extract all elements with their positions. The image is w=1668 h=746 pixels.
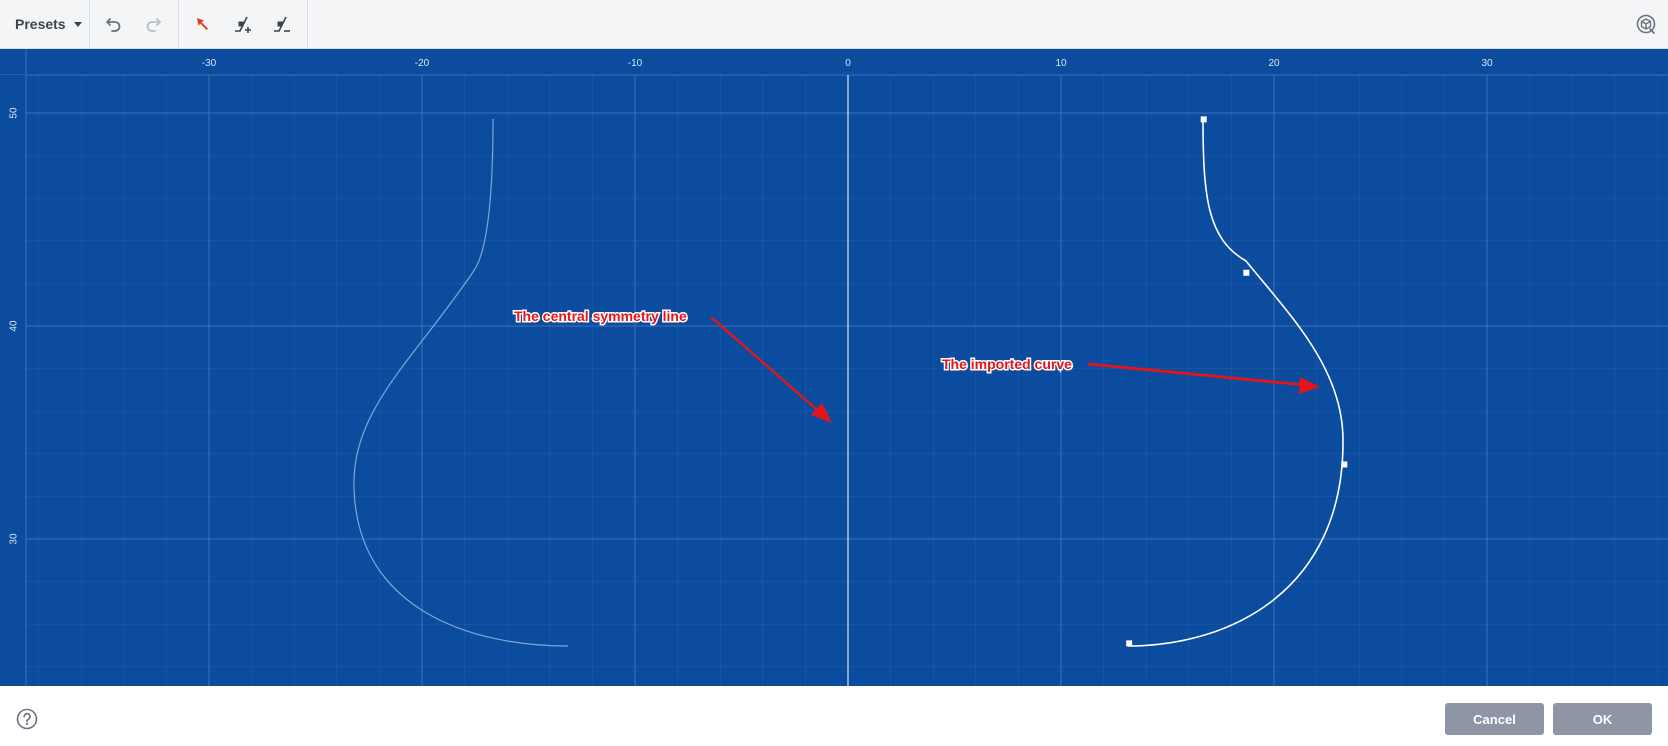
ok-button[interactable]: OK (1553, 703, 1652, 735)
curve-control-point[interactable] (1200, 116, 1207, 123)
annotation-curve: The imported curve (941, 355, 1320, 394)
remove-point-button[interactable] (268, 10, 296, 38)
add-point-icon (235, 16, 251, 33)
chevron-down-icon (73, 21, 82, 27)
redo-icon (146, 18, 161, 32)
curve-editor-canvas[interactable]: -30 -20 -10 0 10 20 30 50 40 30 The central symm… (0, 49, 1668, 686)
x-tick-label: 10 (1055, 58, 1067, 69)
help-icon[interactable] (16, 708, 38, 730)
presets-label: Presets (15, 16, 66, 32)
y-tick-label: 40 (9, 320, 20, 332)
x-tick-label: -10 (628, 58, 643, 69)
view-toggle-icon (1636, 14, 1656, 34)
annotation-curve-label: The imported curve (942, 356, 1072, 372)
major-grid (26, 75, 1668, 686)
x-tick-label: 30 (1481, 58, 1493, 69)
curve-control-point[interactable] (1126, 640, 1133, 647)
x-tick-label: -20 (415, 58, 430, 69)
undo-icon (106, 18, 121, 32)
view-toggle-button[interactable] (1632, 10, 1660, 38)
undo-button[interactable] (100, 10, 128, 38)
x-tick-label: -30 (202, 58, 217, 69)
select-tool-button[interactable] (189, 10, 217, 38)
y-tick-label: 30 (9, 533, 20, 545)
dialog-footer: Cancel OK (0, 686, 1668, 746)
toolbar-divider (307, 0, 308, 48)
y-tick-label: 50 (9, 107, 20, 119)
minor-grid (26, 75, 1668, 686)
add-point-button[interactable] (229, 10, 257, 38)
redo-button[interactable] (139, 10, 167, 38)
curve-control-point[interactable] (1243, 269, 1250, 276)
annotation-symmetry-label: The central symmetry line (514, 308, 687, 324)
toolbar-divider (89, 0, 90, 48)
curve-control-point[interactable] (1341, 461, 1348, 468)
curve-plot[interactable]: -30 -20 -10 0 10 20 30 50 40 30 The central symm… (0, 49, 1668, 686)
annotation-symmetry: The central symmetry line (513, 307, 832, 423)
remove-point-icon (274, 16, 290, 32)
select-arrow-icon (197, 18, 208, 30)
cancel-button[interactable]: Cancel (1445, 703, 1544, 735)
toolbar-divider (178, 0, 179, 48)
toolbar: Presets (0, 0, 1668, 49)
left-ruler (0, 75, 26, 686)
top-ruler (0, 49, 1668, 75)
annotation-symmetry-arrow (710, 316, 824, 416)
presets-dropdown[interactable]: Presets (15, 13, 82, 35)
x-tick-label: 20 (1268, 58, 1280, 69)
x-tick-label: 0 (845, 58, 851, 69)
annotation-curve-arrow (1087, 362, 1306, 387)
